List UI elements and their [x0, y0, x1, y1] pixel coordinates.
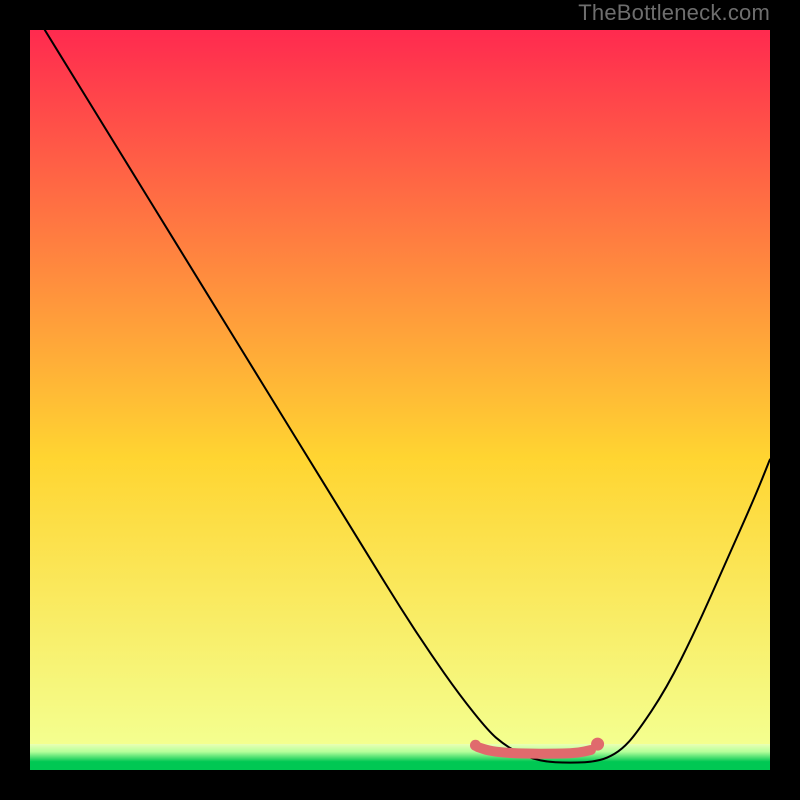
marker-dot-start	[470, 740, 481, 751]
curve-layer	[30, 30, 770, 770]
bottleneck-curve	[45, 30, 770, 763]
marker-dot-end	[591, 738, 604, 751]
marker-segment	[478, 747, 591, 754]
watermark: TheBottleneck.com	[578, 0, 770, 26]
plot-area	[30, 30, 770, 770]
